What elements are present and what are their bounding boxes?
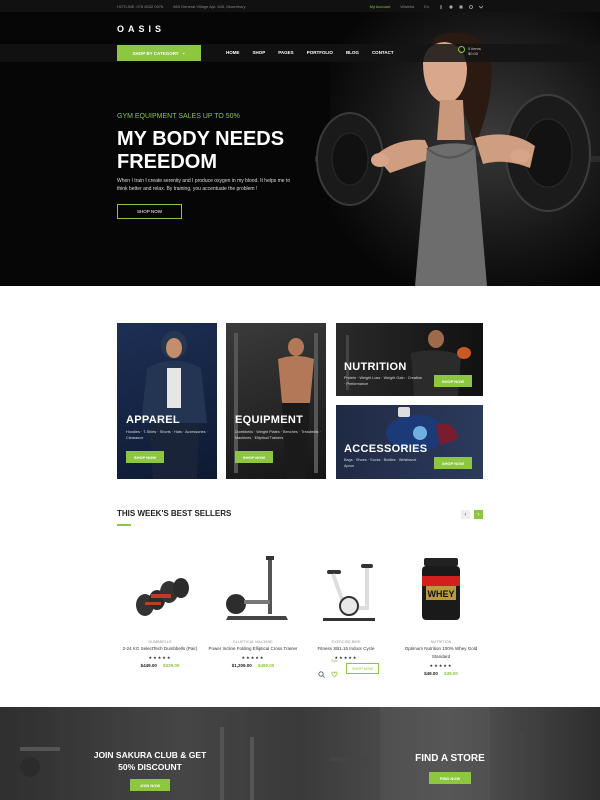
google-plus-icon[interactable] bbox=[469, 4, 473, 9]
wishlist-link[interactable]: Wishlist bbox=[400, 4, 414, 9]
price-regular: $49.00 bbox=[424, 671, 438, 676]
category-tile-equipment[interactable]: EQUIPMENT Dumbbells · Weight Plates · Be… bbox=[226, 323, 326, 479]
best-sellers-title: THIS WEEK'S BEST SELLERS bbox=[117, 509, 232, 518]
price-sale: $329.00 bbox=[163, 663, 180, 668]
category-shop-now-button[interactable]: SHOP NOW bbox=[434, 457, 472, 469]
vk-icon[interactable] bbox=[478, 5, 484, 9]
nav-item-home[interactable]: HOME bbox=[226, 50, 240, 55]
product-rating: ★★★★★ bbox=[148, 655, 172, 660]
dumbbells-image bbox=[136, 578, 189, 616]
carousel-prev-button[interactable]: ‹ bbox=[461, 510, 470, 519]
main-navbar: SHOP BY CATEGORY ⌄ HOME SHOP PAGES PORTF… bbox=[0, 44, 600, 62]
category-shop-now-button[interactable]: SHOP NOW bbox=[235, 451, 273, 463]
product-name[interactable]: Power Incline Folding Elliptical Cross T… bbox=[208, 645, 298, 653]
product-name[interactable]: Fitness SB1.15 Indoor Cycle bbox=[301, 645, 391, 653]
chevron-down-icon: ⌄ bbox=[181, 50, 186, 55]
category-title: APPAREL bbox=[126, 414, 180, 426]
product-rating: ★★★★★ bbox=[334, 655, 358, 660]
hero-description: When I train I create serenity and I pro… bbox=[117, 178, 291, 192]
product-shop-now-button[interactable]: SHOP NOW bbox=[346, 663, 379, 674]
product-name[interactable]: Optimum Nutrition 100% Whey Gold Standar… bbox=[396, 645, 486, 661]
category-title: EQUIPMENT bbox=[235, 414, 304, 426]
nav-item-portfolio[interactable]: PORTFOLIO bbox=[307, 50, 333, 55]
address-text: 869 General Village Apt. 645, Moorebury bbox=[173, 4, 246, 9]
find-store-title: FIND A STORE bbox=[415, 753, 485, 764]
shop-by-category-button[interactable]: SHOP BY CATEGORY ⌄ bbox=[117, 45, 201, 61]
my-account-link[interactable]: My Account bbox=[370, 4, 391, 9]
product-rating: ★★★★★ bbox=[241, 655, 265, 660]
sale-badge: Sale bbox=[331, 659, 339, 663]
price-sale: $39.00 bbox=[444, 671, 458, 676]
site-logo[interactable]: OASIS bbox=[117, 24, 165, 34]
twitter-icon[interactable] bbox=[449, 4, 453, 9]
nav-menu: HOME SHOP PAGES PORTFOLIO BLOG CONTACT bbox=[226, 50, 394, 55]
search-icon[interactable] bbox=[318, 665, 325, 683]
product-name[interactable]: 2-24 KG SelectTech Dumbbells (Pair) bbox=[115, 645, 205, 653]
linkedin-icon[interactable] bbox=[459, 5, 463, 9]
product-card[interactable]: WHEY NUTRITION Optimum Nutrition 100% Wh… bbox=[396, 550, 486, 676]
product-rating: ★★★★★ bbox=[429, 663, 453, 668]
hero-eyebrow: GYM EQUIPMENT SALES UP TO 50% bbox=[117, 113, 240, 120]
category-title: NUTRITION bbox=[344, 361, 407, 373]
elliptical-trainer-image bbox=[226, 556, 288, 620]
shop-by-category-label: SHOP BY CATEGORY bbox=[132, 50, 179, 56]
heart-icon[interactable] bbox=[331, 665, 338, 683]
product-card[interactable]: DUMBBELLS 2-24 KG SelectTech Dumbbells (… bbox=[115, 550, 205, 668]
carousel-next-button[interactable]: › bbox=[474, 510, 483, 519]
hero-shop-now-button[interactable]: SHOP NOW bbox=[117, 204, 182, 219]
nav-item-contact[interactable]: CONTACT bbox=[372, 50, 394, 55]
cart-total: $0.00 bbox=[468, 51, 479, 56]
category-title: ACCESSORIES bbox=[344, 443, 428, 455]
product-category: DUMBBELLS bbox=[148, 640, 172, 644]
category-shop-now-button[interactable]: SHOP NOW bbox=[434, 375, 472, 387]
exercise-bike-image bbox=[323, 564, 375, 621]
product-category: ELLIPTICAL MACHINE bbox=[233, 640, 273, 644]
nav-item-blog[interactable]: BLOG bbox=[346, 50, 359, 55]
language-select[interactable]: En bbox=[424, 4, 429, 9]
title-underline bbox=[117, 524, 131, 526]
price-regular: $449.00 bbox=[140, 663, 157, 668]
nav-item-shop[interactable]: SHOP bbox=[253, 50, 266, 55]
category-subtitle: Dumbbells · Weight Plates · Benches · Tr… bbox=[235, 430, 321, 440]
hotline-text: HOTLINE: 076 8032 0076 bbox=[117, 4, 164, 9]
category-tile-apparel[interactable]: APPAREL Hoodies · T-Shirts · Shorts · Ha… bbox=[117, 323, 217, 479]
product-category: EXERCISE BIKE bbox=[331, 640, 361, 644]
top-bar: HOTLINE: 076 8032 0076 869 General Villa… bbox=[0, 0, 600, 12]
athlete-hero-image bbox=[315, 32, 600, 286]
category-subtitle: Hoodies · T-Shirts · Shorts · Hats · Acc… bbox=[126, 430, 208, 440]
club-promo-line-2: 50% DISCOUNT bbox=[118, 762, 182, 772]
nav-item-pages[interactable]: PAGES bbox=[278, 50, 293, 55]
product-category: NUTRITION bbox=[430, 640, 452, 644]
category-shop-now-button[interactable]: SHOP NOW bbox=[126, 451, 164, 463]
club-promo-line-1: JOIN SAKURA CLUB & GET bbox=[93, 750, 207, 760]
category-subtitle: Protein · Weight Loss · Weight Gain · Cr… bbox=[344, 376, 423, 386]
mini-cart[interactable]: 0 items $0.00 bbox=[458, 46, 481, 56]
category-tile-accessories[interactable]: ACCESSORIES Bags · Shoes · Socks · Bottl… bbox=[336, 405, 483, 479]
hero-section: OASIS SHOP BY CATEGORY ⌄ HOME SHOP PAGES… bbox=[0, 12, 600, 286]
club-promo-title: JOIN SAKURA CLUB & GET 50% DISCOUNT bbox=[80, 749, 220, 773]
facebook-icon[interactable] bbox=[439, 4, 443, 9]
price-regular: $1,209.00 bbox=[231, 663, 252, 668]
category-subtitle: Bags · Shoes · Socks · Bottles · Wristba… bbox=[344, 458, 419, 468]
price-sale: $499.00 bbox=[258, 663, 275, 668]
find-now-button[interactable]: FIND NOW bbox=[429, 772, 471, 784]
product-card[interactable]: ELLIPTICAL MACHINE Power Incline Folding… bbox=[208, 550, 298, 668]
svg-text:WHEY: WHEY bbox=[428, 589, 455, 599]
product-card[interactable]: EXERCISE BIKE Fitness SB1.15 Indoor Cycl… bbox=[301, 550, 391, 678]
category-tile-nutrition[interactable]: NUTRITION Protein · Weight Loss · Weight… bbox=[336, 323, 483, 396]
store-promo-banner: FIND A STORE FIND NOW bbox=[300, 707, 600, 800]
join-now-button[interactable]: JOIN NOW bbox=[130, 779, 170, 791]
club-promo-banner: JOIN SAKURA CLUB & GET 50% DISCOUNT JOIN… bbox=[0, 707, 300, 800]
cart-icon bbox=[458, 46, 465, 53]
whey-protein-image: WHEY bbox=[422, 558, 460, 620]
hero-headline: MY BODY NEEDS FREEDOM bbox=[117, 128, 285, 173]
